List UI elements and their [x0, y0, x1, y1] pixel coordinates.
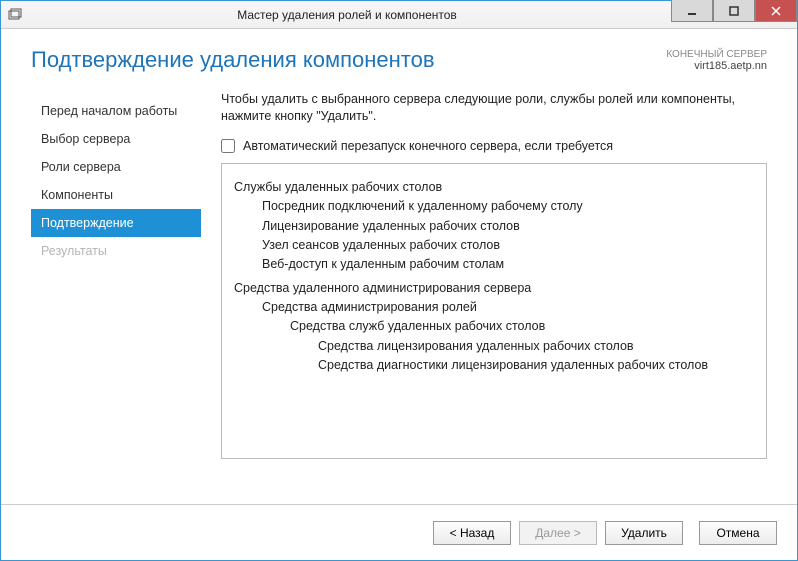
header-row: Подтверждение удаления компонентов КОНЕЧ…: [1, 29, 797, 73]
tree-item: Службы удаленных рабочих столов: [234, 178, 754, 197]
auto-restart-checkbox[interactable]: [221, 139, 235, 153]
tree-item: Веб-доступ к удаленным рабочим столам: [262, 255, 754, 274]
tree-item: Средства лицензирования удаленных рабочи…: [318, 337, 754, 356]
server-name: virt185.aetp.nn: [694, 60, 767, 72]
nav-item-3[interactable]: Компоненты: [31, 181, 201, 209]
body-row: Перед началом работыВыбор сервераРоли се…: [1, 73, 797, 504]
tree-item: Средства администрирования ролей: [262, 298, 754, 317]
server-label: КОНЕЧНЫЙ СЕРВЕР: [666, 49, 767, 60]
next-button: Далее >: [519, 521, 597, 545]
content-area: Подтверждение удаления компонентов КОНЕЧ…: [1, 29, 797, 560]
tree-item: Средства служб удаленных рабочих столов: [290, 317, 754, 336]
minimize-button[interactable]: [671, 0, 713, 22]
cancel-button[interactable]: Отмена: [699, 521, 777, 545]
auto-restart-row[interactable]: Автоматический перезапуск конечного серв…: [221, 139, 767, 153]
window-title: Мастер удаления ролей и компонентов: [23, 8, 671, 22]
nav-item-5: Результаты: [31, 237, 201, 265]
page-title: Подтверждение удаления компонентов: [31, 47, 435, 73]
wizard-window: Мастер удаления ролей и компонентов Подт…: [0, 0, 798, 561]
maximize-button[interactable]: [713, 0, 755, 22]
destination-server: КОНЕЧНЫЙ СЕРВЕР virt185.aetp.nn: [666, 49, 767, 72]
tree-item: Средства диагностики лицензирования удал…: [318, 356, 754, 375]
main-panel: Чтобы удалить с выбранного сервера следу…: [201, 91, 767, 504]
nav-item-0[interactable]: Перед началом работы: [31, 97, 201, 125]
close-button[interactable]: [755, 0, 797, 22]
nav-item-1[interactable]: Выбор сервера: [31, 125, 201, 153]
titlebar[interactable]: Мастер удаления ролей и компонентов: [1, 1, 797, 29]
nav-item-4[interactable]: Подтверждение: [31, 209, 201, 237]
auto-restart-label: Автоматический перезапуск конечного серв…: [243, 139, 613, 153]
tree-item: Узел сеансов удаленных рабочих столов: [262, 236, 754, 255]
wizard-nav: Перед началом работыВыбор сервераРоли се…: [31, 91, 201, 504]
tree-item: Средства удаленного администрирования се…: [234, 279, 754, 298]
nav-item-2[interactable]: Роли сервера: [31, 153, 201, 181]
app-icon: [7, 7, 23, 23]
window-buttons: [671, 1, 797, 28]
components-tree: Службы удаленных рабочих столовПосредник…: [221, 163, 767, 459]
intro-text: Чтобы удалить с выбранного сервера следу…: [221, 91, 767, 125]
tree-item: Посредник подключений к удаленному рабоч…: [262, 197, 754, 216]
remove-button[interactable]: Удалить: [605, 521, 683, 545]
tree-item: Лицензирование удаленных рабочих столов: [262, 217, 754, 236]
back-button[interactable]: < Назад: [433, 521, 511, 545]
footer: < Назад Далее > Удалить Отмена: [1, 504, 797, 560]
